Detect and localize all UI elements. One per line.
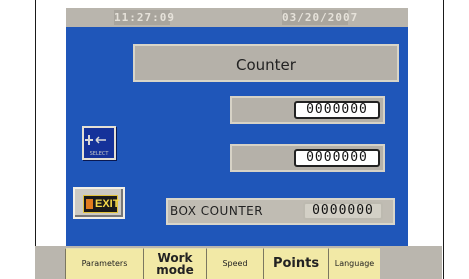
exit-icon: EXIT xyxy=(83,195,120,213)
select-button[interactable]: SELECT xyxy=(82,126,116,160)
tab-language[interactable]: Language xyxy=(328,248,380,279)
status-bar: 11:27:09 03/20/2007 xyxy=(66,8,408,27)
bottom-tab-bar: Parameters Work mode Speed Points Langua… xyxy=(35,246,442,279)
box-counter-value: 0000000 xyxy=(303,202,383,220)
counter-1-value: 0000000 xyxy=(294,101,380,119)
exit-label: EXIT xyxy=(95,198,120,210)
box-counter-label: BOX COUNTER xyxy=(170,204,264,218)
tab-work-mode[interactable]: Work mode xyxy=(143,248,206,279)
box-counter-field: BOX COUNTER 0000000 xyxy=(166,198,395,225)
select-label: SELECT xyxy=(90,151,110,157)
clock-time: 11:27:09 xyxy=(114,10,175,25)
exit-button[interactable]: EXIT xyxy=(73,187,125,219)
tab-speed[interactable]: Speed xyxy=(206,248,263,279)
counter-1-field: 0000000 xyxy=(230,96,385,124)
tab-points[interactable]: Points xyxy=(263,248,328,279)
clock-date: 03/20/2007 xyxy=(282,10,359,25)
counter-2-field: 0000000 xyxy=(230,144,385,172)
exit-door-icon xyxy=(86,199,93,209)
counter-2-value: 0000000 xyxy=(294,149,380,167)
hmi-screen: 11:27:09 03/20/2007 Counter 0000000 SELE… xyxy=(66,8,408,248)
select-icon: SELECT xyxy=(85,135,110,157)
page-title: Counter xyxy=(133,44,399,82)
tab-parameters[interactable]: Parameters xyxy=(65,248,143,279)
